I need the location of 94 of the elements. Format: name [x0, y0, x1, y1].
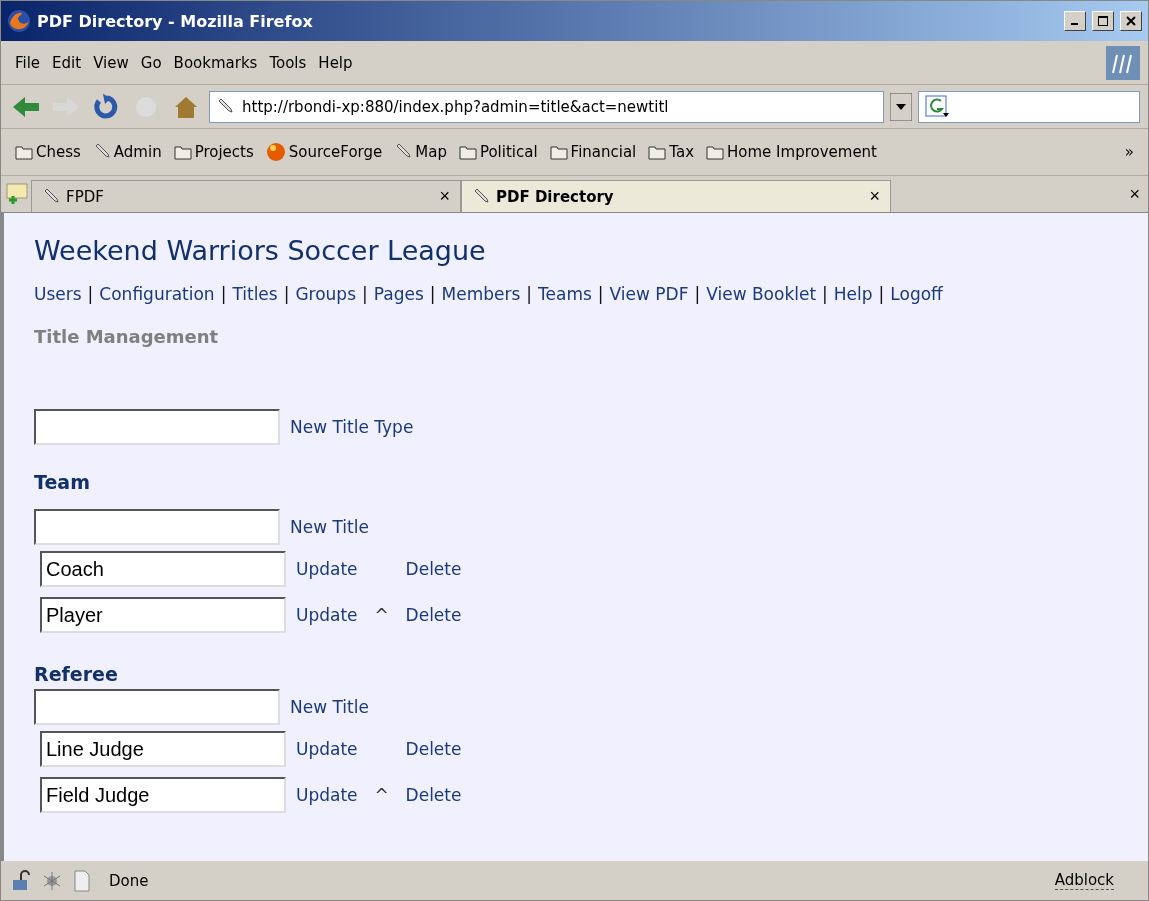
update-link[interactable]: Update — [296, 605, 358, 625]
input-field[interactable]: Line Judge — [40, 731, 286, 767]
delete-link[interactable]: Delete — [405, 559, 462, 579]
folder-icon — [173, 144, 192, 160]
search-engine-icon[interactable] — [925, 94, 951, 119]
bookmark[interactable]: Chess — [9, 143, 87, 161]
nav-link[interactable]: View Booklet — [706, 284, 817, 304]
bug-icon — [41, 869, 63, 892]
separator: | — [822, 284, 828, 304]
folder-icon — [15, 144, 33, 160]
page-heading: Weekend Warriors Soccer League — [34, 235, 487, 266]
pin-icon — [42, 188, 60, 205]
delete-link[interactable]: Delete — [405, 605, 462, 625]
input-field[interactable]: Player — [40, 597, 286, 633]
maximize-icon[interactable] — [1092, 11, 1114, 31]
nav-link[interactable]: Pages — [373, 284, 424, 304]
minimize-icon[interactable] — [1064, 11, 1086, 31]
nav-link[interactable]: Help — [833, 284, 873, 304]
pin-icon — [216, 98, 234, 115]
menu-item[interactable]: Bookmarks — [167, 53, 264, 72]
separator: | — [526, 284, 533, 304]
bookmark[interactable]: Financial — [543, 143, 643, 161]
search-field[interactable] — [918, 90, 1140, 123]
separator: | — [220, 284, 227, 304]
delete-link[interactable]: Delete — [405, 739, 462, 759]
pin-icon — [394, 144, 413, 160]
menu-item[interactable]: Help — [312, 53, 359, 72]
throbber-logo-icon — [1106, 45, 1140, 80]
close-tab-button[interactable]: × — [869, 186, 880, 207]
close-tab-button[interactable]: × — [1129, 183, 1140, 205]
bookmark[interactable]: Home Improvement — [700, 143, 883, 161]
menu-item[interactable]: File — [9, 53, 47, 72]
menu-item[interactable]: Edit — [46, 53, 88, 72]
dropdown-icon[interactable] — [890, 92, 912, 121]
group-heading: Referee — [34, 663, 119, 685]
pin-icon — [472, 188, 490, 205]
bookmark[interactable]: Map — [388, 143, 453, 161]
nav-link[interactable]: Users — [34, 284, 82, 304]
input-field[interactable] — [34, 409, 280, 445]
new-title-link[interactable]: New Title — [290, 697, 369, 717]
browser-logo-icon — [7, 9, 31, 33]
update-link[interactable]: Update — [296, 739, 358, 759]
move-up-link[interactable]: ^ — [367, 605, 396, 625]
close-icon[interactable] — [1120, 11, 1142, 31]
update-link[interactable]: Update — [296, 785, 358, 805]
separator: | — [694, 284, 701, 304]
nav-link[interactable]: Configuration — [99, 284, 215, 304]
separator: | — [283, 284, 290, 304]
browser-tab[interactable]: PDF Directory × — [461, 180, 891, 212]
page-icon — [71, 869, 93, 892]
update-link[interactable]: Update — [296, 559, 358, 579]
input-field[interactable] — [34, 689, 280, 725]
separator: | — [878, 284, 885, 304]
bookmark[interactable]: Political — [452, 143, 544, 161]
move-up-link[interactable]: ^ — [367, 785, 396, 805]
nav-link[interactable]: Groups — [295, 284, 357, 304]
more-bookmarks-button[interactable]: » — [1118, 143, 1140, 161]
bookmark[interactable]: SourceForge — [259, 142, 389, 162]
nav-link[interactable]: Logoff — [890, 284, 943, 304]
separator: | — [87, 284, 94, 304]
bookmark[interactable]: Admin — [86, 143, 168, 161]
menu-item[interactable]: View — [87, 53, 135, 72]
input-field[interactable]: Field Judge — [40, 777, 286, 813]
delete-link[interactable]: Delete — [405, 785, 462, 805]
new-title-type-link[interactable]: New Title Type — [290, 417, 414, 437]
nav-link[interactable]: Teams — [538, 284, 592, 304]
nav-link[interactable]: Members — [441, 284, 521, 304]
section-title: Title Management — [34, 326, 220, 347]
lock-icon — [11, 869, 33, 892]
nav-link[interactable]: View PDF — [609, 284, 689, 304]
close-tab-button[interactable]: × — [439, 186, 450, 207]
input-field[interactable] — [34, 509, 280, 545]
browser-tab[interactable]: FPDF × — [31, 180, 461, 212]
folder-icon — [706, 144, 725, 160]
folder-icon — [648, 144, 667, 160]
separator: | — [362, 284, 368, 304]
group-heading: Team — [34, 471, 91, 493]
status-text: Done — [109, 871, 150, 890]
folder-icon — [458, 144, 477, 160]
menu-item[interactable]: Go — [134, 53, 168, 72]
separator: | — [597, 284, 604, 304]
ball-icon — [265, 142, 286, 162]
window-title: PDF Directory - Mozilla Firefox — [37, 11, 314, 31]
nav-link[interactable]: Titles — [232, 284, 278, 304]
address-field[interactable]: http://rbondi-xp:880/index.php?admin=title&act=newtitl — [209, 90, 884, 123]
new-title-link[interactable]: New Title — [290, 517, 369, 537]
adblock-link[interactable]: Adblock — [1054, 871, 1114, 890]
menu-item[interactable]: Tools — [263, 53, 313, 72]
folder-icon — [549, 144, 568, 160]
input-field[interactable]: Coach — [40, 551, 286, 587]
separator: | — [429, 284, 436, 304]
new-tab-icon[interactable] — [5, 182, 31, 206]
bookmark[interactable]: Projects — [167, 143, 260, 161]
bookmark[interactable]: Tax — [642, 143, 701, 161]
